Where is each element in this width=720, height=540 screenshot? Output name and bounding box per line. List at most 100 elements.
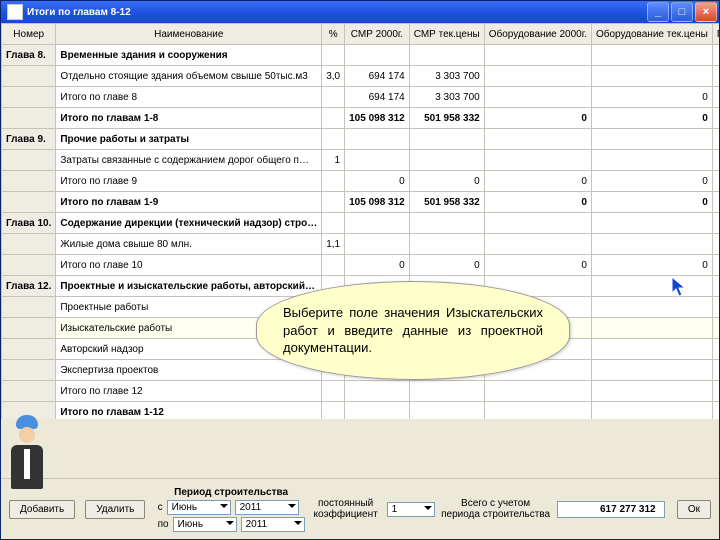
value-cell[interactable]	[712, 45, 719, 66]
value-cell[interactable]: 0	[409, 255, 484, 276]
table-row[interactable]: Глава 9.Прочие работы и затраты	[2, 129, 720, 150]
to-month-select[interactable]: Июнь	[173, 517, 237, 532]
value-cell[interactable]	[712, 213, 719, 234]
value-cell[interactable]	[591, 234, 712, 255]
value-cell[interactable]	[484, 45, 591, 66]
value-cell[interactable]: 694 174	[345, 66, 410, 87]
value-cell[interactable]	[322, 192, 345, 213]
column-header[interactable]: СМР тек.цены	[409, 24, 484, 45]
table-row[interactable]: Затраты связанные с содержанием дорог об…	[2, 150, 720, 171]
value-cell[interactable]	[591, 339, 712, 360]
value-cell[interactable]: 359 983	[712, 150, 719, 171]
value-cell[interactable]	[322, 402, 345, 420]
value-cell[interactable]	[712, 360, 719, 381]
value-cell[interactable]	[591, 129, 712, 150]
value-cell[interactable]	[409, 381, 484, 402]
value-cell[interactable]	[591, 66, 712, 87]
value-cell[interactable]	[712, 297, 719, 318]
value-cell[interactable]	[322, 45, 345, 66]
column-header[interactable]: СМР 2000г.	[345, 24, 410, 45]
column-header[interactable]: Наименование	[56, 24, 322, 45]
value-cell[interactable]	[484, 87, 591, 108]
value-cell[interactable]	[484, 129, 591, 150]
value-cell[interactable]	[484, 213, 591, 234]
column-header[interactable]: Оборудование тек.цены	[591, 24, 712, 45]
table-row[interactable]: Глава 10.Содержание дирекции (технически…	[2, 213, 720, 234]
value-cell[interactable]	[591, 381, 712, 402]
value-cell[interactable]: 0	[712, 87, 719, 108]
add-button[interactable]: Добавить	[9, 500, 75, 519]
value-cell[interactable]	[409, 234, 484, 255]
value-cell[interactable]	[712, 318, 719, 339]
table-row[interactable]: Жилые дома свыше 80 млн.1,11 137 8435 58…	[2, 234, 720, 255]
value-cell[interactable]: 105 098 312	[345, 192, 410, 213]
value-cell[interactable]	[591, 45, 712, 66]
maximize-button[interactable]: □	[671, 2, 693, 22]
table-row[interactable]: Итого по главам 1-8105 098 312501 958 33…	[2, 108, 720, 129]
value-cell[interactable]	[484, 234, 591, 255]
value-cell[interactable]	[345, 150, 410, 171]
value-cell[interactable]	[712, 66, 719, 87]
value-cell[interactable]	[409, 129, 484, 150]
value-cell[interactable]: 0	[591, 87, 712, 108]
value-cell[interactable]	[712, 339, 719, 360]
table-row[interactable]: Итого по главе 12361 175	[2, 381, 720, 402]
coef-input[interactable]: 1	[387, 502, 435, 517]
value-cell[interactable]	[345, 234, 410, 255]
value-cell[interactable]: 0	[484, 192, 591, 213]
value-cell[interactable]	[322, 87, 345, 108]
value-cell[interactable]	[322, 381, 345, 402]
value-cell[interactable]	[322, 129, 345, 150]
ok-button[interactable]: Ок	[677, 500, 711, 519]
value-cell[interactable]: 501 958 332	[409, 192, 484, 213]
value-cell[interactable]: 3,0	[322, 66, 345, 87]
value-cell[interactable]: 0	[591, 192, 712, 213]
value-cell[interactable]: 0	[484, 108, 591, 129]
column-header[interactable]: %	[322, 24, 345, 45]
table-row[interactable]: Итого по главе 1000001 137 8435 580 070	[2, 255, 720, 276]
value-cell[interactable]: 0	[484, 255, 591, 276]
value-cell[interactable]: 501 958 332	[409, 108, 484, 129]
value-cell[interactable]: 3 303 700	[409, 87, 484, 108]
value-cell[interactable]	[345, 381, 410, 402]
value-cell[interactable]	[345, 129, 410, 150]
value-cell[interactable]	[484, 150, 591, 171]
value-cell[interactable]	[345, 213, 410, 234]
value-cell[interactable]: 1 137 843	[712, 255, 719, 276]
value-cell[interactable]	[322, 108, 345, 129]
value-cell[interactable]	[712, 276, 719, 297]
value-cell[interactable]	[484, 381, 591, 402]
value-cell[interactable]	[591, 318, 712, 339]
value-cell[interactable]	[591, 402, 712, 420]
value-cell[interactable]	[409, 150, 484, 171]
value-cell[interactable]	[591, 360, 712, 381]
to-year-select[interactable]: 2011	[241, 517, 305, 532]
close-button[interactable]: ×	[695, 2, 717, 22]
value-cell[interactable]	[484, 402, 591, 420]
table-row[interactable]: Глава 8.Временные здания и сооружения	[2, 45, 720, 66]
value-cell[interactable]	[409, 402, 484, 420]
from-year-select[interactable]: 2011	[235, 500, 299, 515]
value-cell[interactable]: 0	[712, 108, 719, 129]
value-cell[interactable]: 0	[591, 108, 712, 129]
value-cell[interactable]: 0	[345, 255, 410, 276]
value-cell[interactable]: 1 137 843	[712, 234, 719, 255]
value-cell[interactable]: 359 983	[712, 171, 719, 192]
value-cell[interactable]	[591, 213, 712, 234]
value-cell[interactable]: 0	[591, 171, 712, 192]
minimize-button[interactable]: _	[647, 2, 669, 22]
value-cell[interactable]: 3 303 700	[409, 66, 484, 87]
value-cell[interactable]: 0	[591, 255, 712, 276]
value-cell[interactable]: 105 098 312	[345, 108, 410, 129]
column-header[interactable]: Оборудование 2000г.	[484, 24, 591, 45]
value-cell[interactable]: 0	[409, 171, 484, 192]
value-cell[interactable]: 1,1	[322, 234, 345, 255]
value-cell[interactable]	[322, 255, 345, 276]
value-cell[interactable]	[409, 213, 484, 234]
table-row[interactable]: Итого по главам 1-9105 098 312501 958 33…	[2, 192, 720, 213]
value-cell[interactable]	[712, 129, 719, 150]
from-month-select[interactable]: Июнь	[167, 500, 231, 515]
value-cell[interactable]	[591, 297, 712, 318]
value-cell[interactable]	[345, 402, 410, 420]
value-cell[interactable]	[591, 150, 712, 171]
